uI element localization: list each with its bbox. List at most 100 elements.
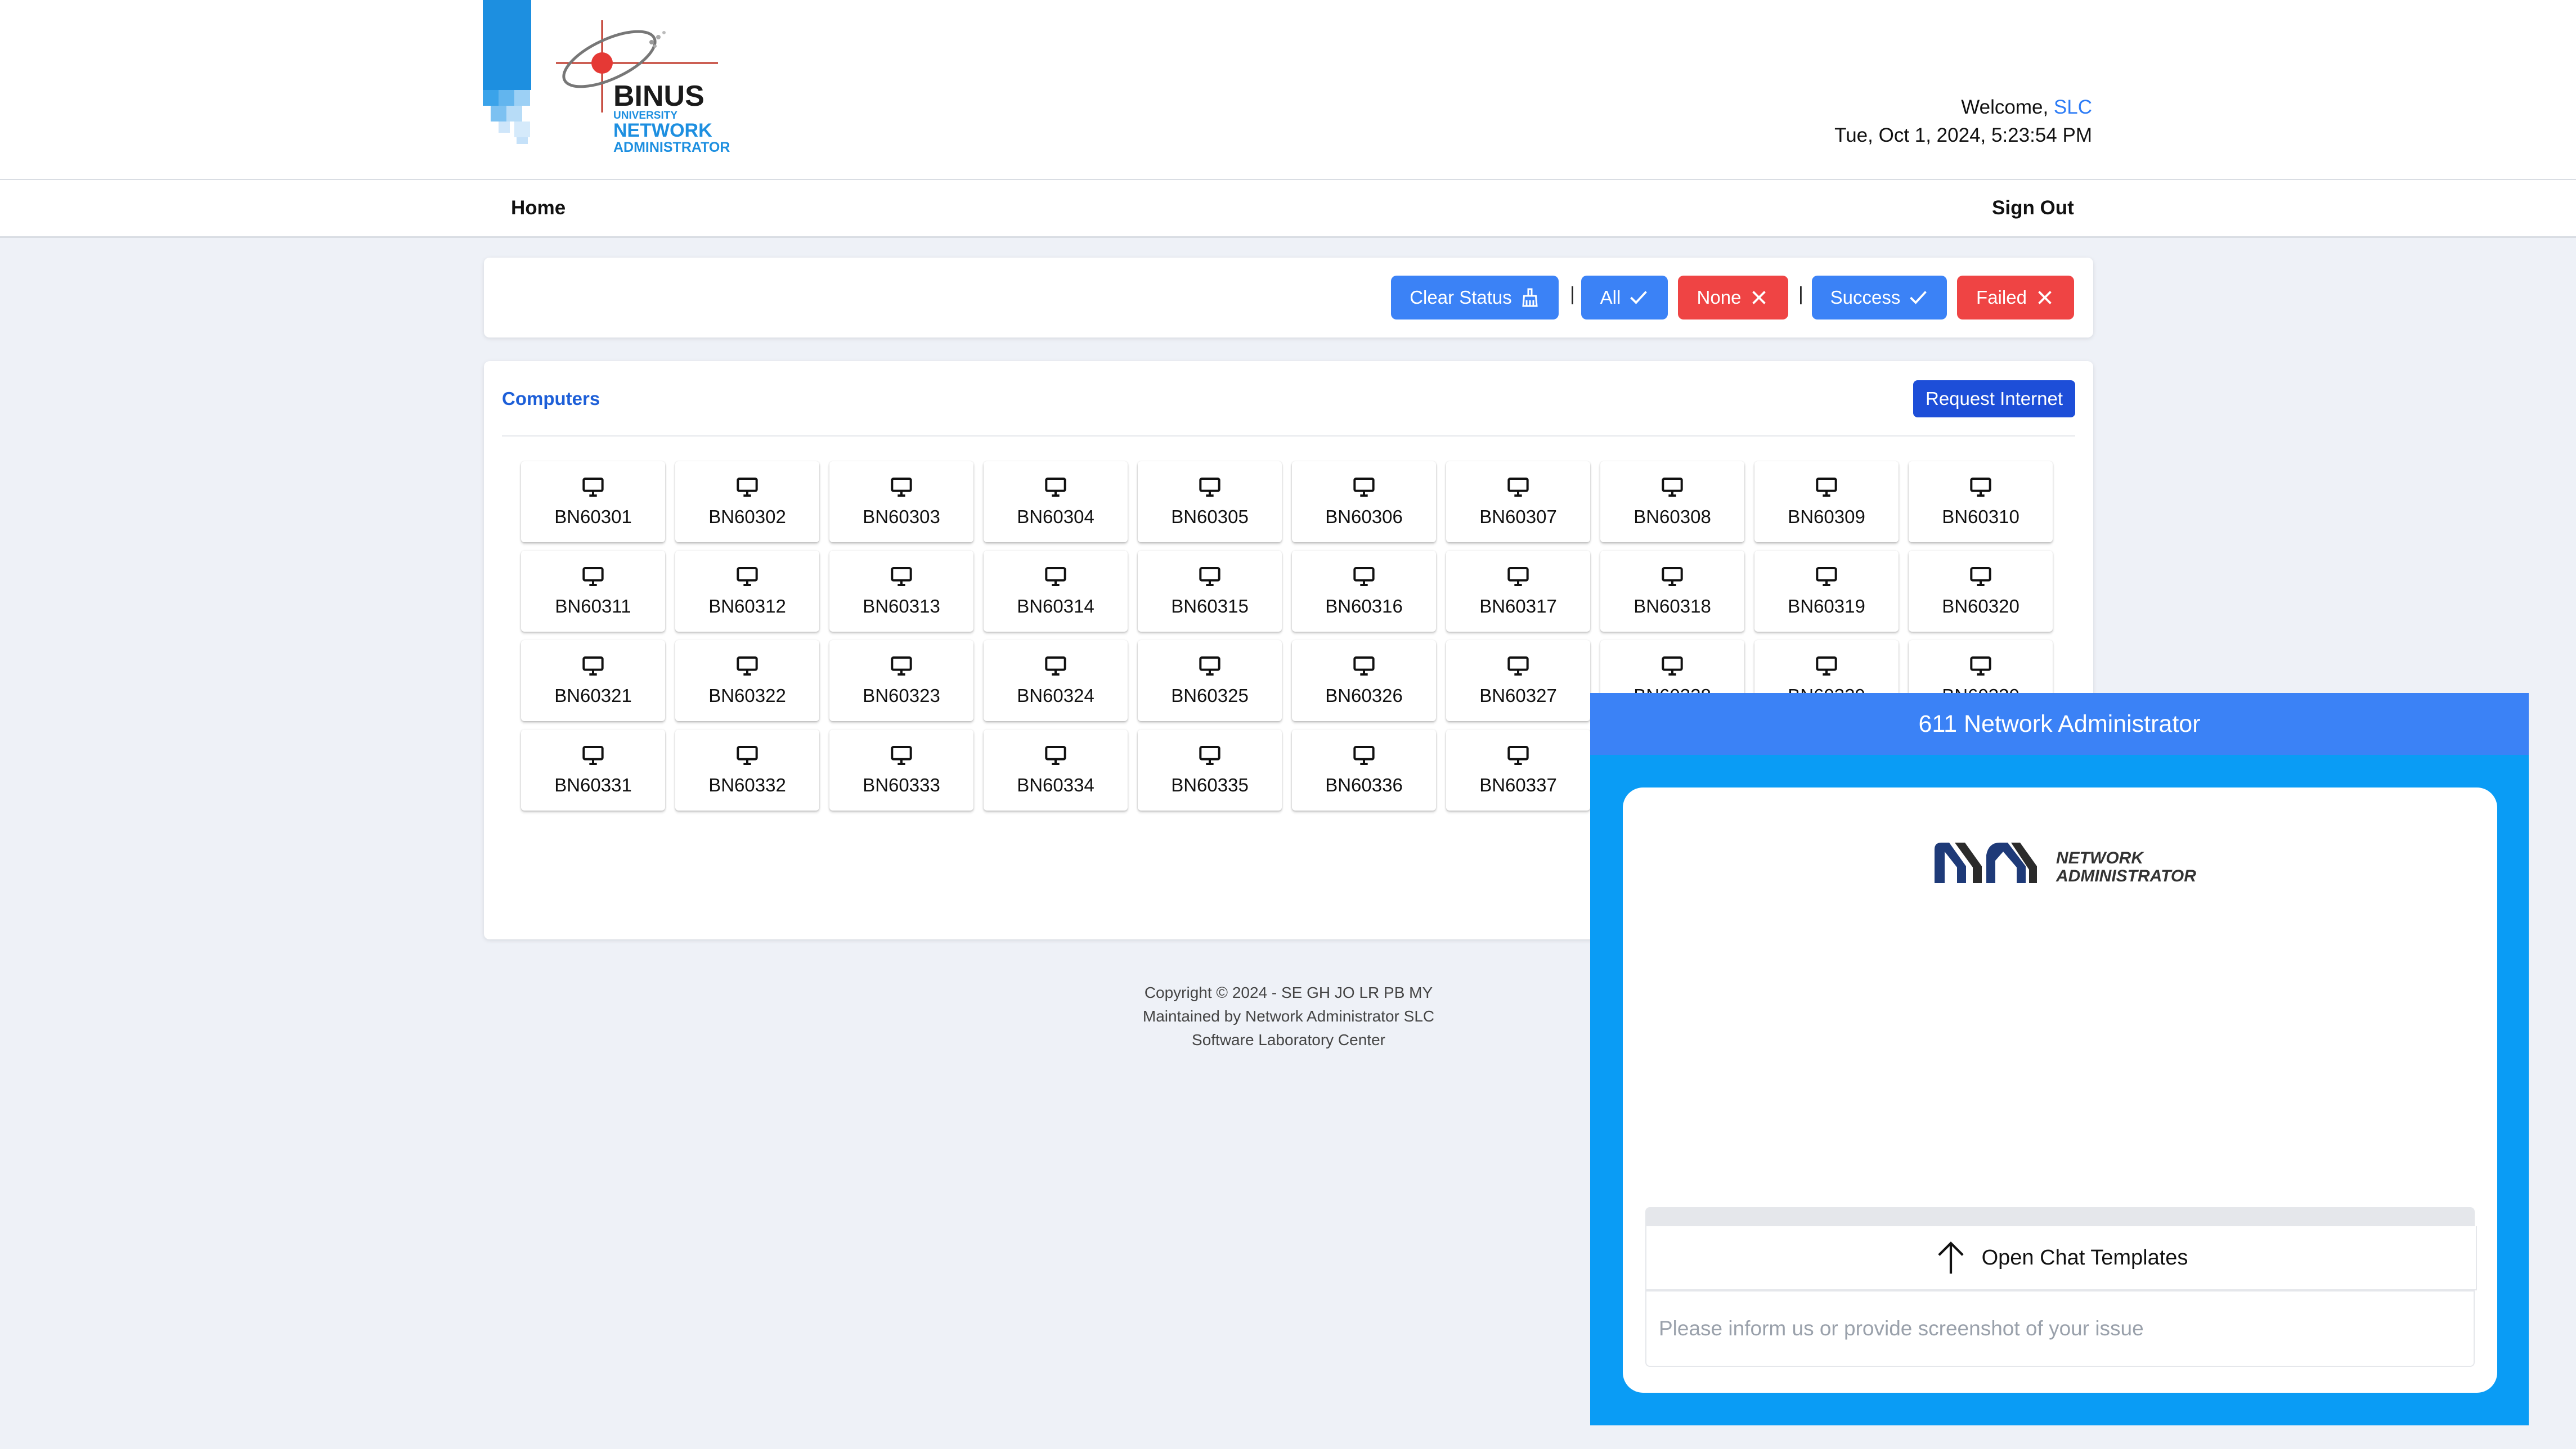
- monitor-icon: [1815, 476, 1838, 506]
- computer-label: BN60319: [1788, 595, 1865, 616]
- check-icon: [1630, 291, 1648, 304]
- computer-tile[interactable]: BN60305: [1138, 461, 1282, 542]
- computer-tile[interactable]: BN60331: [521, 730, 665, 811]
- monitor-icon: [1353, 566, 1375, 596]
- computer-tile[interactable]: BN60301: [521, 461, 665, 542]
- computer-tile[interactable]: BN60307: [1446, 461, 1590, 542]
- filter-all-button[interactable]: All: [1581, 276, 1668, 320]
- monitor-icon: [1969, 476, 1992, 506]
- computer-tile[interactable]: BN60311: [521, 551, 665, 632]
- computer-tile[interactable]: BN60310: [1909, 461, 2053, 542]
- computer-label: BN60305: [1171, 506, 1249, 527]
- computer-tile[interactable]: BN60335: [1138, 730, 1282, 811]
- computer-tile[interactable]: BN60326: [1292, 640, 1436, 721]
- filter-success-button[interactable]: Success: [1812, 276, 1947, 320]
- computer-tile[interactable]: BN60303: [829, 461, 973, 542]
- computer-tile[interactable]: BN60309: [1754, 461, 1899, 542]
- computer-label: BN60322: [708, 685, 786, 706]
- welcome-prefix: Welcome,: [1961, 96, 2054, 118]
- monitor-icon: [1044, 655, 1067, 685]
- computer-tile[interactable]: BN60325: [1138, 640, 1282, 721]
- computer-tile[interactable]: BN60316: [1292, 551, 1436, 632]
- computer-label: BN60308: [1633, 506, 1711, 527]
- broom-icon: [1522, 288, 1538, 307]
- footer-copyright: Copyright © 2024 - SE GH JO LR PB MY: [1144, 984, 1433, 1001]
- computer-tile[interactable]: BN60322: [675, 640, 819, 721]
- computer-tile[interactable]: BN60336: [1292, 730, 1436, 811]
- computer-tile[interactable]: BN60323: [829, 640, 973, 721]
- filter-failed-button[interactable]: Failed: [1957, 276, 2074, 320]
- computer-tile[interactable]: BN60320: [1909, 551, 2053, 632]
- monitor-icon: [1353, 655, 1375, 685]
- computer-tile[interactable]: BN60302: [675, 461, 819, 542]
- chat-header-title: 611 Network Administrator: [1590, 693, 2529, 755]
- arrow-up-icon: [1937, 1241, 1964, 1274]
- computer-tile[interactable]: BN60312: [675, 551, 819, 632]
- computer-label: BN60325: [1171, 685, 1249, 706]
- computer-tile[interactable]: BN60332: [675, 730, 819, 811]
- computer-label: BN60314: [1017, 595, 1094, 616]
- monitor-icon: [1044, 476, 1067, 506]
- computer-label: BN60306: [1325, 506, 1403, 527]
- sign-out-link[interactable]: Sign Out: [1992, 197, 2074, 219]
- computer-tile[interactable]: BN60333: [829, 730, 973, 811]
- computer-label: BN60301: [554, 506, 632, 527]
- filter-none-button[interactable]: None: [1678, 276, 1788, 320]
- computer-tile[interactable]: BN60315: [1138, 551, 1282, 632]
- computer-label: BN60309: [1788, 506, 1865, 527]
- computer-label: BN60336: [1325, 774, 1403, 795]
- templates-strip: [1645, 1207, 2475, 1226]
- computer-label: BN60332: [708, 774, 786, 795]
- computer-label: BN60327: [1479, 685, 1557, 706]
- computer-label: BN60312: [708, 595, 786, 616]
- computer-label: BN60307: [1479, 506, 1557, 527]
- user-info: Welcome, SLC Tue, Oct 1, 2024, 5:23:54 P…: [1834, 93, 2092, 150]
- computer-tile[interactable]: BN60306: [1292, 461, 1436, 542]
- computer-label: BN60331: [554, 774, 632, 795]
- computer-tile[interactable]: BN60327: [1446, 640, 1590, 721]
- computer-label: BN60334: [1017, 774, 1094, 795]
- computer-tile[interactable]: BN60314: [984, 551, 1128, 632]
- computer-label: BN60313: [863, 595, 940, 616]
- nav-home-link[interactable]: Home: [511, 197, 566, 219]
- computer-label: BN60323: [863, 685, 940, 706]
- computer-tile[interactable]: BN60318: [1600, 551, 1744, 632]
- chat-logo-line2: ADMINISTRATOR: [2056, 867, 2196, 885]
- computer-label: BN60304: [1017, 506, 1094, 527]
- monitor-icon: [582, 745, 604, 775]
- current-datetime: Tue, Oct 1, 2024, 5:23:54 PM: [1834, 124, 2092, 146]
- computer-tile[interactable]: BN60324: [984, 640, 1128, 721]
- open-chat-templates-button[interactable]: Open Chat Templates: [1645, 1226, 2477, 1290]
- request-internet-button[interactable]: Request Internet: [1913, 380, 2075, 417]
- monitor-icon: [890, 476, 913, 506]
- computer-label: BN60303: [863, 506, 940, 527]
- monitor-icon: [1815, 655, 1838, 685]
- navbar: Home Sign Out: [0, 180, 2576, 238]
- filter-all-label: All: [1600, 287, 1621, 308]
- username: SLC: [2053, 96, 2092, 118]
- separator: |: [1798, 284, 1803, 305]
- footer-center: Software Laboratory Center: [1192, 1031, 1385, 1048]
- computer-tile[interactable]: BN60337: [1446, 730, 1590, 811]
- monitor-icon: [582, 655, 604, 685]
- computer-tile[interactable]: BN60334: [984, 730, 1128, 811]
- monitor-icon: [1199, 566, 1221, 596]
- chat-message-input[interactable]: [1645, 1290, 2475, 1367]
- monitor-icon: [1044, 745, 1067, 775]
- computer-tile[interactable]: BN60319: [1754, 551, 1899, 632]
- filter-failed-label: Failed: [1976, 287, 2027, 308]
- computer-tile[interactable]: BN60321: [521, 640, 665, 721]
- monitor-icon: [1199, 745, 1221, 775]
- status-filter-bar: Clear Status | All None | Success Failed: [484, 258, 2093, 338]
- close-icon: [1752, 291, 1766, 304]
- computer-tile[interactable]: BN60317: [1446, 551, 1590, 632]
- monitor-icon: [890, 745, 913, 775]
- computer-label: BN60316: [1325, 595, 1403, 616]
- computer-tile[interactable]: BN60313: [829, 551, 973, 632]
- computer-tile[interactable]: BN60304: [984, 461, 1128, 542]
- computer-tile[interactable]: BN60308: [1600, 461, 1744, 542]
- network-administrator-logo: NETWORK ADMINISTRATOR: [1932, 838, 2214, 894]
- monitor-icon: [736, 476, 759, 506]
- clear-status-button[interactable]: Clear Status: [1391, 276, 1559, 320]
- chat-logo-text: NETWORK ADMINISTRATOR: [2056, 849, 2196, 885]
